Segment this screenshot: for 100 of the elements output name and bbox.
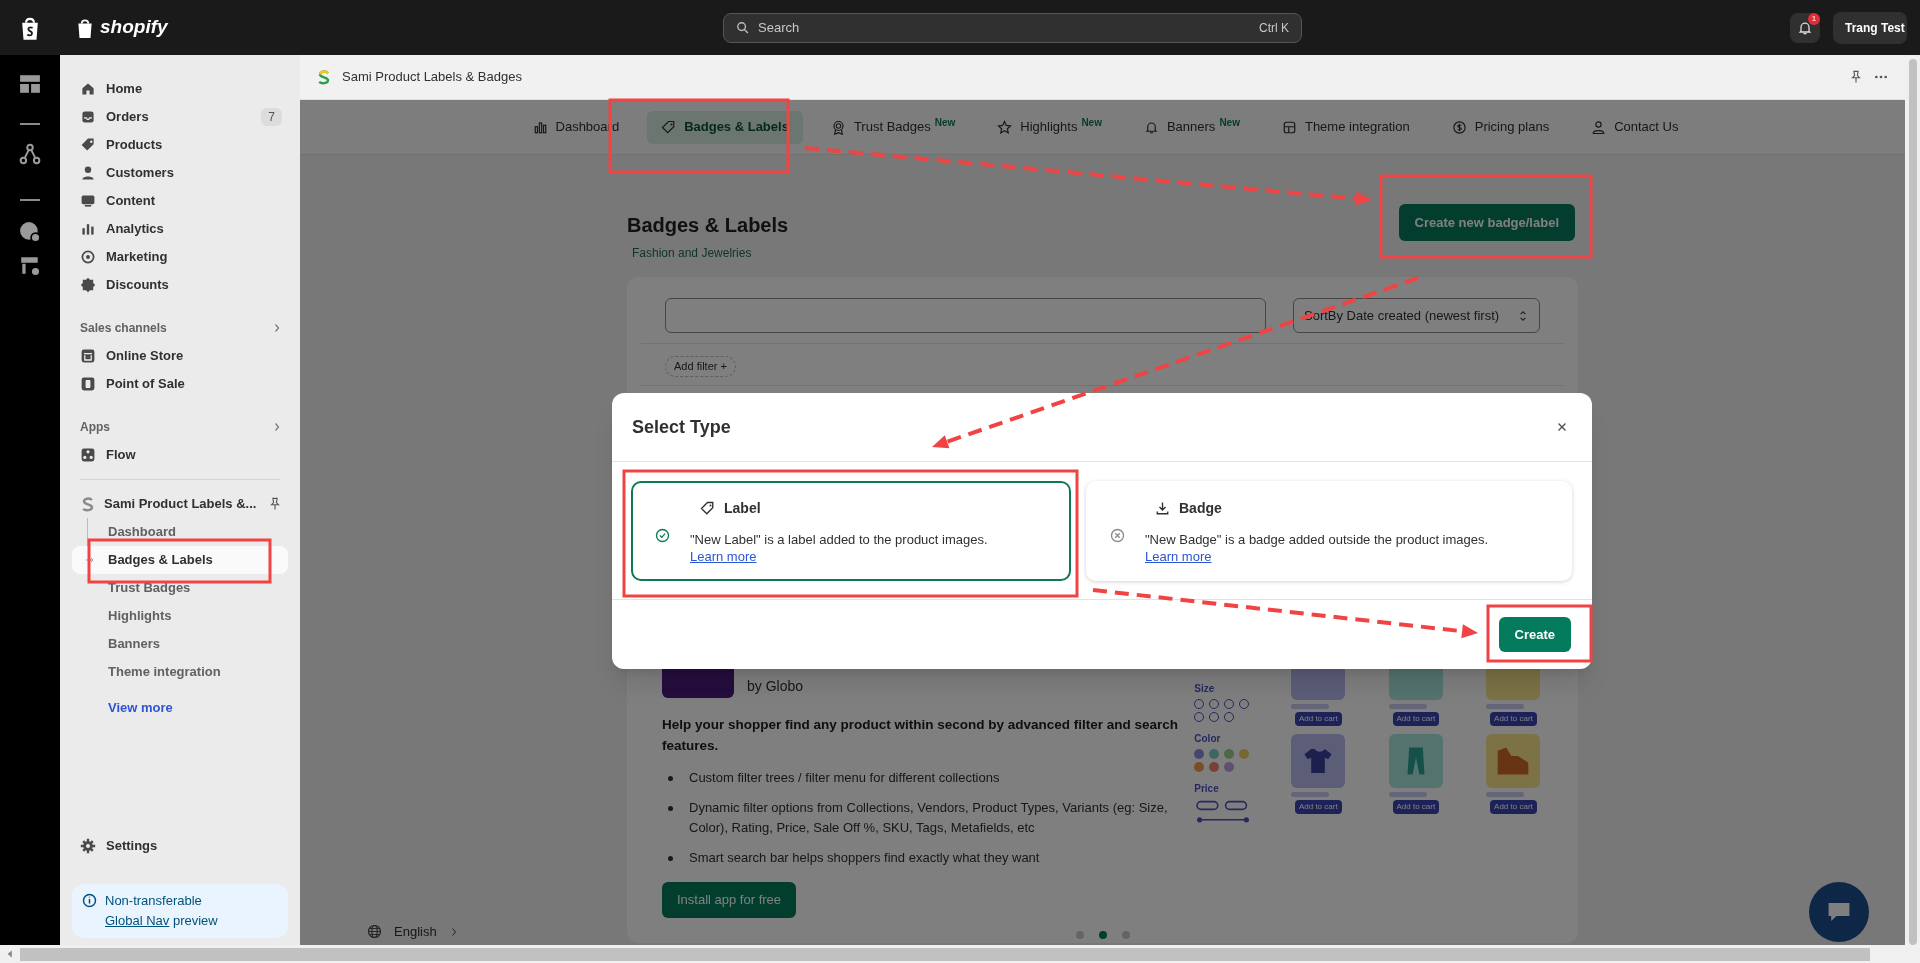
add-to-cart-button[interactable]: Add to cart (1490, 800, 1537, 814)
inbox-icon (80, 109, 96, 125)
nav-item[interactable]: Customers (72, 159, 288, 187)
page-title: Badges & Labels (627, 213, 789, 238)
option-title: Label (724, 498, 761, 518)
nav-item[interactable]: Orders 7 (72, 103, 288, 131)
notifications-button[interactable] (1790, 13, 1820, 43)
tab[interactable]: Trust Badges New (816, 110, 970, 144)
type-option-card[interactable]: Badge "New Badge" is a badge added outside the product images. Learn more (1086, 481, 1572, 581)
arrow-right-icon (85, 555, 95, 565)
global-nav-link[interactable]: Global Nav (105, 913, 170, 928)
shortcut-hint: Ctrl K (1259, 20, 1289, 37)
nav-item[interactable]: Flow (72, 441, 288, 469)
search-field[interactable] (665, 298, 1266, 333)
promo-headline: Help your shopper find any product within second by advanced filter and search features. (662, 716, 1179, 755)
nav-item[interactable]: Point of Sale (72, 370, 288, 398)
add-to-cart-button[interactable]: Add to cart (1392, 800, 1440, 814)
tab[interactable]: Theme integration (1267, 110, 1424, 144)
add-to-cart-button[interactable]: Add to cart (1392, 712, 1440, 726)
pin-icon (1849, 70, 1863, 84)
flow-icon (80, 447, 96, 463)
nav-item[interactable]: Settings (72, 832, 288, 860)
color-swatch-icon (1238, 749, 1249, 759)
learn-more-link[interactable]: Learn more (1145, 547, 1212, 565)
globe-icon (367, 924, 382, 939)
search-field[interactable]: Search Ctrl K (723, 13, 1302, 43)
byline: by Globo (747, 677, 804, 696)
nav-item[interactable]: Content (72, 187, 288, 215)
notice-text: Non-transferable Global Nav preview (105, 892, 219, 930)
type-option-card[interactable]: Label "New Label" is a label added to the product images. Learn more (631, 481, 1071, 581)
tag-icon (661, 119, 677, 135)
modal-title: Select Type (632, 415, 731, 439)
bullet-text: Smart search bar helps shoppers find exactly what they want (689, 849, 1040, 867)
subnav-item[interactable]: Dashboard (72, 518, 288, 546)
nav-item[interactable]: Marketing (72, 243, 288, 271)
flow-nodes-icon (19, 143, 41, 165)
person-icon (80, 165, 96, 181)
count-badge: 7 (261, 108, 282, 126)
nav-item[interactable]: Online Store (72, 342, 288, 370)
subnav-item[interactable]: Theme integration (72, 658, 288, 686)
info-icon (82, 893, 97, 908)
chevron-up-down-icon (1517, 309, 1529, 322)
x-circle-icon (1110, 527, 1125, 543)
tag-icon (700, 500, 715, 516)
add-to-cart-button[interactable]: Add to cart (1294, 712, 1342, 726)
bullet-text: Custom filter trees / filter menu for different collections (689, 769, 1000, 787)
gear-icon (80, 838, 96, 854)
filter-label: Color (1194, 732, 1222, 746)
new-label: New (1081, 115, 1102, 130)
new-label: New (1219, 115, 1240, 130)
tab[interactable]: Pricing plans (1437, 110, 1564, 144)
phone-icon (80, 376, 96, 392)
bell-icon (1143, 119, 1159, 135)
learn-more-link[interactable]: Learn more (690, 547, 757, 565)
nav-item[interactable]: Discounts (72, 271, 288, 299)
nav-item[interactable]: Products (72, 131, 288, 159)
tab[interactable]: Banners New (1129, 110, 1254, 144)
bullet-text: Dynamic filter options from Collections, Vendors, Product Types, Variants (eg: Size, Color), Rating, Price, Sale Off %, SKU, Tags, Metafields, etc (689, 799, 1169, 837)
app-title: Sami Product Labels & Badges (342, 68, 523, 87)
nav-item[interactable]: Sami Product Labels &... (72, 490, 288, 518)
subnav-item[interactable]: Badges & Labels (72, 546, 288, 574)
add-to-cart-button[interactable]: Add to cart (1490, 712, 1537, 726)
tag-icon (80, 137, 96, 153)
layout-icon (19, 73, 41, 95)
create-button[interactable]: Create new badge/label (1398, 204, 1575, 241)
color-swatch-icon (1194, 749, 1205, 759)
tab[interactable]: Contact Us (1577, 110, 1693, 144)
tab[interactable]: Highlights New (983, 110, 1116, 144)
bell-icon (1797, 20, 1813, 36)
view-more-link[interactable]: View more (72, 694, 288, 722)
search-icon (736, 21, 750, 35)
person-icon (1591, 119, 1607, 135)
download-icon (1155, 500, 1170, 516)
brand-logo: shopify (100, 15, 168, 40)
new-label: New (934, 115, 956, 130)
create-button[interactable]: Create (1498, 617, 1571, 652)
nav-item[interactable]: Analytics (72, 215, 288, 243)
section-title: Sales channels (80, 320, 167, 337)
store-gear-icon (19, 255, 41, 277)
color-swatch-icon (1223, 762, 1234, 772)
section-header[interactable]: Apps (72, 413, 288, 441)
subnav-item[interactable]: Trust Badges (72, 574, 288, 602)
user-gear-icon (19, 221, 41, 243)
add-to-cart-button[interactable]: Add to cart (1294, 800, 1342, 814)
filter-label: Size (1194, 682, 1216, 696)
section-title: Apps (80, 419, 110, 436)
account-button[interactable]: Trang Test (1833, 12, 1907, 44)
store-icon (80, 348, 96, 364)
color-swatch-icon (1194, 762, 1205, 772)
subnav-item[interactable]: Highlights (72, 602, 288, 630)
subnav-item[interactable]: Banners (72, 630, 288, 658)
option-description: "New Badge" is a badge added outside the product images. (1145, 530, 1489, 548)
app-logo-icon (316, 69, 332, 85)
chat-button[interactable] (1809, 882, 1869, 942)
section-header[interactable]: Sales channels (72, 314, 288, 342)
option-description: "New Label" is a label added to the product images. (690, 530, 988, 548)
install-button[interactable]: Install app for free (662, 882, 797, 918)
nav-item[interactable]: Home (72, 75, 288, 103)
check-circle-icon (655, 527, 670, 543)
target-icon (80, 249, 96, 265)
